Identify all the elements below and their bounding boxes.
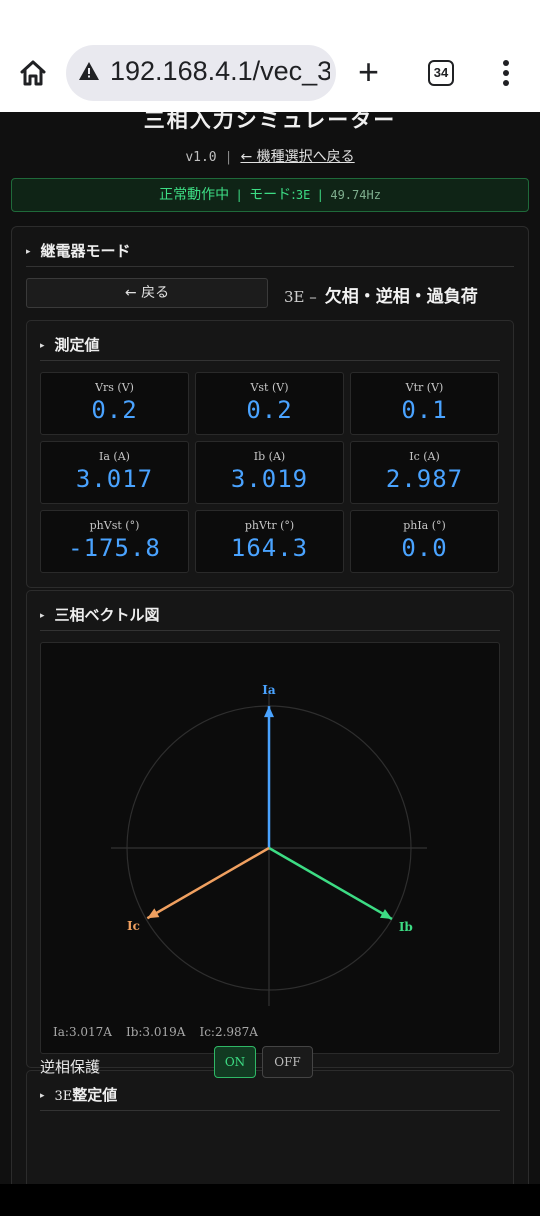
reverse-phase-label: 逆相保護 xyxy=(40,1058,101,1076)
measurement-label: Vtr (V) xyxy=(405,381,444,394)
measurement-value: -175.8 xyxy=(68,534,161,562)
measurement-value: 0.2 xyxy=(246,396,293,424)
measurement-cell-phvtr: phVtr (°) 164.3 xyxy=(195,510,344,573)
measurement-cell-ia: Ia (A) 3.017 xyxy=(40,441,189,504)
system-nav-bar xyxy=(0,1184,540,1216)
back-button[interactable]: ← 戻る xyxy=(26,278,268,308)
status-bar: 正常動作中 | モード:3E | 49.74Hz xyxy=(11,178,529,212)
measurement-value: 164.3 xyxy=(230,534,309,562)
disclosure-triangle-icon: ▸ xyxy=(40,1090,45,1101)
vector-readout: Ia:3.017A Ib:3.019A Ic:2.987A xyxy=(53,1025,272,1039)
measurement-value: 2.987 xyxy=(385,465,464,493)
measurement-value: 0.1 xyxy=(401,396,448,424)
disclosure-triangle-icon: ▸ xyxy=(40,340,45,351)
measurements-header[interactable]: ▸ 測定値 xyxy=(40,334,100,355)
divider xyxy=(40,360,500,361)
reverse-phase-on-button[interactable]: ON xyxy=(214,1046,256,1078)
vector-label-ia: Ia xyxy=(262,683,276,697)
measurement-value: 3.017 xyxy=(75,465,154,493)
mode-code: 3E – xyxy=(284,288,317,306)
vector-diagram-canvas: Ia Ib Ic Ia:3.017A Ib:3.019A Ic:2.987A xyxy=(40,642,500,1054)
vector-ic xyxy=(146,846,270,920)
measurement-cell-ic: Ic (A) 2.987 xyxy=(350,441,499,504)
measurement-cell-ib: Ib (A) 3.019 xyxy=(195,441,344,504)
settings-heading: 整定値 xyxy=(72,1086,118,1104)
browser-toolbar: 192.168.4.1/vec_3 + 34 xyxy=(0,0,540,112)
disclosure-triangle-icon: ▸ xyxy=(40,610,45,621)
vector-label-ib: Ib xyxy=(399,920,413,934)
vector-diagram-heading: 三相ベクトル図 xyxy=(54,606,160,624)
status-frequency: 49.74Hz xyxy=(330,188,381,202)
measurement-label: phIa (°) xyxy=(403,519,446,532)
page-content: 三相入力シミュレーター v1.0 | ← 機種選択へ戻る 正常動作中 | モード:3E |… xyxy=(0,112,540,1184)
settings-heading-code: 3E xyxy=(54,1089,73,1104)
divider xyxy=(40,630,500,631)
address-bar-url[interactable]: 192.168.4.1/vec_3 xyxy=(110,56,330,87)
measurement-cell-phvst: phVst (°) -175.8 xyxy=(40,510,189,573)
relay-mode-header[interactable]: ▸ 継電器モード xyxy=(26,240,131,261)
measurement-value: 0.0 xyxy=(401,534,448,562)
disclosure-triangle-icon: ▸ xyxy=(26,246,31,257)
settings-header[interactable]: ▸ 3E整定値 xyxy=(40,1084,117,1105)
measurement-value: 3.019 xyxy=(230,465,309,493)
reverse-phase-off-button[interactable]: OFF xyxy=(262,1046,313,1078)
more-vert-icon[interactable] xyxy=(496,58,516,88)
mode-title: 3E – 欠相・逆相・過負荷 xyxy=(284,282,478,307)
back-to-model-select-link[interactable]: ← 機種選択へ戻る xyxy=(240,149,354,165)
readout-ia: Ia:3.017A xyxy=(53,1025,112,1039)
vector-label-ic: Ic xyxy=(127,919,140,933)
separator: | xyxy=(224,150,233,165)
measurement-label: Ia (A) xyxy=(99,450,130,463)
measurement-label: phVst (°) xyxy=(89,519,140,532)
arrowhead-ia xyxy=(264,706,274,718)
vector-diagram-header[interactable]: ▸ 三相ベクトル図 xyxy=(40,604,160,625)
measurement-cell-vst: Vst (V) 0.2 xyxy=(195,372,344,435)
warning-triangle-icon[interactable] xyxy=(78,60,100,82)
phasor-diagram: Ia Ib Ic xyxy=(111,683,427,1006)
vector-ib xyxy=(268,846,393,921)
measurement-label: Ib (A) xyxy=(253,450,286,463)
measurement-label: Ic (A) xyxy=(409,450,440,463)
version-row: v1.0 | ← 機種選択へ戻る xyxy=(0,146,540,166)
mode-name: 欠相・逆相・過負荷 xyxy=(324,287,478,307)
measurement-cell-vtr: Vtr (V) 0.1 xyxy=(350,372,499,435)
status-state: 正常動作中 xyxy=(159,187,230,203)
status-mode-label: モード: xyxy=(249,187,296,203)
new-tab-plus-icon[interactable]: + xyxy=(358,54,379,90)
readout-ic: Ic:2.987A xyxy=(199,1025,258,1039)
readout-ib: Ib:3.019A xyxy=(125,1025,186,1039)
divider xyxy=(26,266,514,267)
version-label: v1.0 xyxy=(185,150,217,165)
tab-switcher-button[interactable]: 34 xyxy=(428,60,454,86)
measurements-heading: 測定値 xyxy=(54,336,100,354)
home-icon[interactable] xyxy=(18,58,48,88)
measurement-cell-phia: phIa (°) 0.0 xyxy=(350,510,499,573)
measurement-value: 0.2 xyxy=(91,396,138,424)
divider xyxy=(40,1110,500,1111)
page-title: 三相入力シミュレーター xyxy=(143,112,397,132)
measurement-label: phVtr (°) xyxy=(244,519,295,532)
status-mode-value: 3E xyxy=(295,188,311,202)
relay-mode-heading: 継電器モード xyxy=(40,242,131,260)
measurement-cell-vrs: Vrs (V) 0.2 xyxy=(40,372,189,435)
measurement-label: Vrs (V) xyxy=(95,381,134,394)
measurement-label: Vst (V) xyxy=(250,381,289,394)
